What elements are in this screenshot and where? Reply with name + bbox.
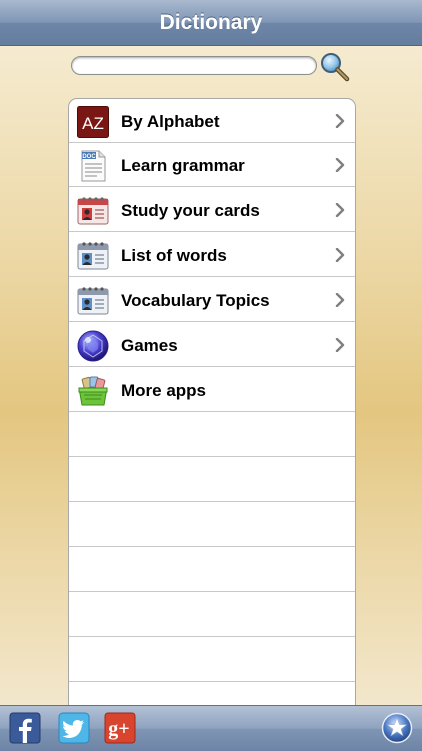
az-alphabet-icon: AZ <box>77 106 109 138</box>
menu-item-list-of-words[interactable]: List of words <box>69 233 355 277</box>
menu-item-learn-grammar[interactable]: DOC Learn grammar <box>69 143 355 187</box>
contact-card-icon <box>77 287 109 315</box>
search-input[interactable] <box>71 56 317 75</box>
doc-icon-text: DOC <box>82 154 96 160</box>
empty-row <box>69 503 355 547</box>
menu-item-games[interactable]: Games <box>69 323 355 367</box>
menu-item-more-apps[interactable]: More apps <box>69 368 355 412</box>
menu-list: AZ By Alphabet DOC Learn grammar Study y… <box>68 98 356 719</box>
search-icon[interactable] <box>319 52 351 82</box>
az-icon-text: AZ <box>82 114 104 133</box>
document-icon: DOC <box>81 150 106 182</box>
bottom-toolbar: g+ <box>0 705 422 751</box>
menu-item-label: Study your cards <box>121 201 260 220</box>
chevron-right-icon <box>335 248 345 262</box>
contact-card-icon <box>77 242 109 270</box>
menu-item-label: Vocabulary Topics <box>121 291 270 310</box>
page-title: Dictionary <box>159 10 263 34</box>
empty-row <box>69 638 355 682</box>
chevron-right-icon <box>335 203 345 217</box>
menu-item-label: By Alphabet <box>121 112 220 131</box>
twitter-icon[interactable] <box>58 712 90 744</box>
empty-row <box>69 593 355 637</box>
menu-item-study-your-cards[interactable]: Study your cards <box>69 188 355 232</box>
basket-icon <box>78 376 108 406</box>
chevron-right-icon <box>335 114 345 128</box>
empty-row <box>69 548 355 592</box>
star-badge-icon[interactable] <box>381 712 413 744</box>
facebook-icon[interactable] <box>9 712 41 744</box>
menu-item-label: More apps <box>121 381 207 400</box>
menu-item-label: Learn grammar <box>121 156 245 175</box>
menu-item-label: List of words <box>121 246 227 265</box>
navigation-bar: Dictionary <box>0 0 422 46</box>
google-plus-icon[interactable]: g+ <box>104 712 136 744</box>
chevron-right-icon <box>335 158 345 172</box>
menu-item-label: Games <box>121 336 178 355</box>
chevron-right-icon <box>335 338 345 352</box>
gem-icon <box>77 330 109 362</box>
search-bar <box>71 52 351 82</box>
google-plus-text: g+ <box>108 718 129 740</box>
menu-item-vocabulary-topics[interactable]: Vocabulary Topics <box>69 278 355 322</box>
flashcards-red-icon <box>77 197 109 225</box>
empty-row <box>69 458 355 502</box>
empty-row <box>69 413 355 457</box>
chevron-right-icon <box>335 293 345 307</box>
menu-item-by-alphabet[interactable]: AZ By Alphabet <box>69 99 355 143</box>
